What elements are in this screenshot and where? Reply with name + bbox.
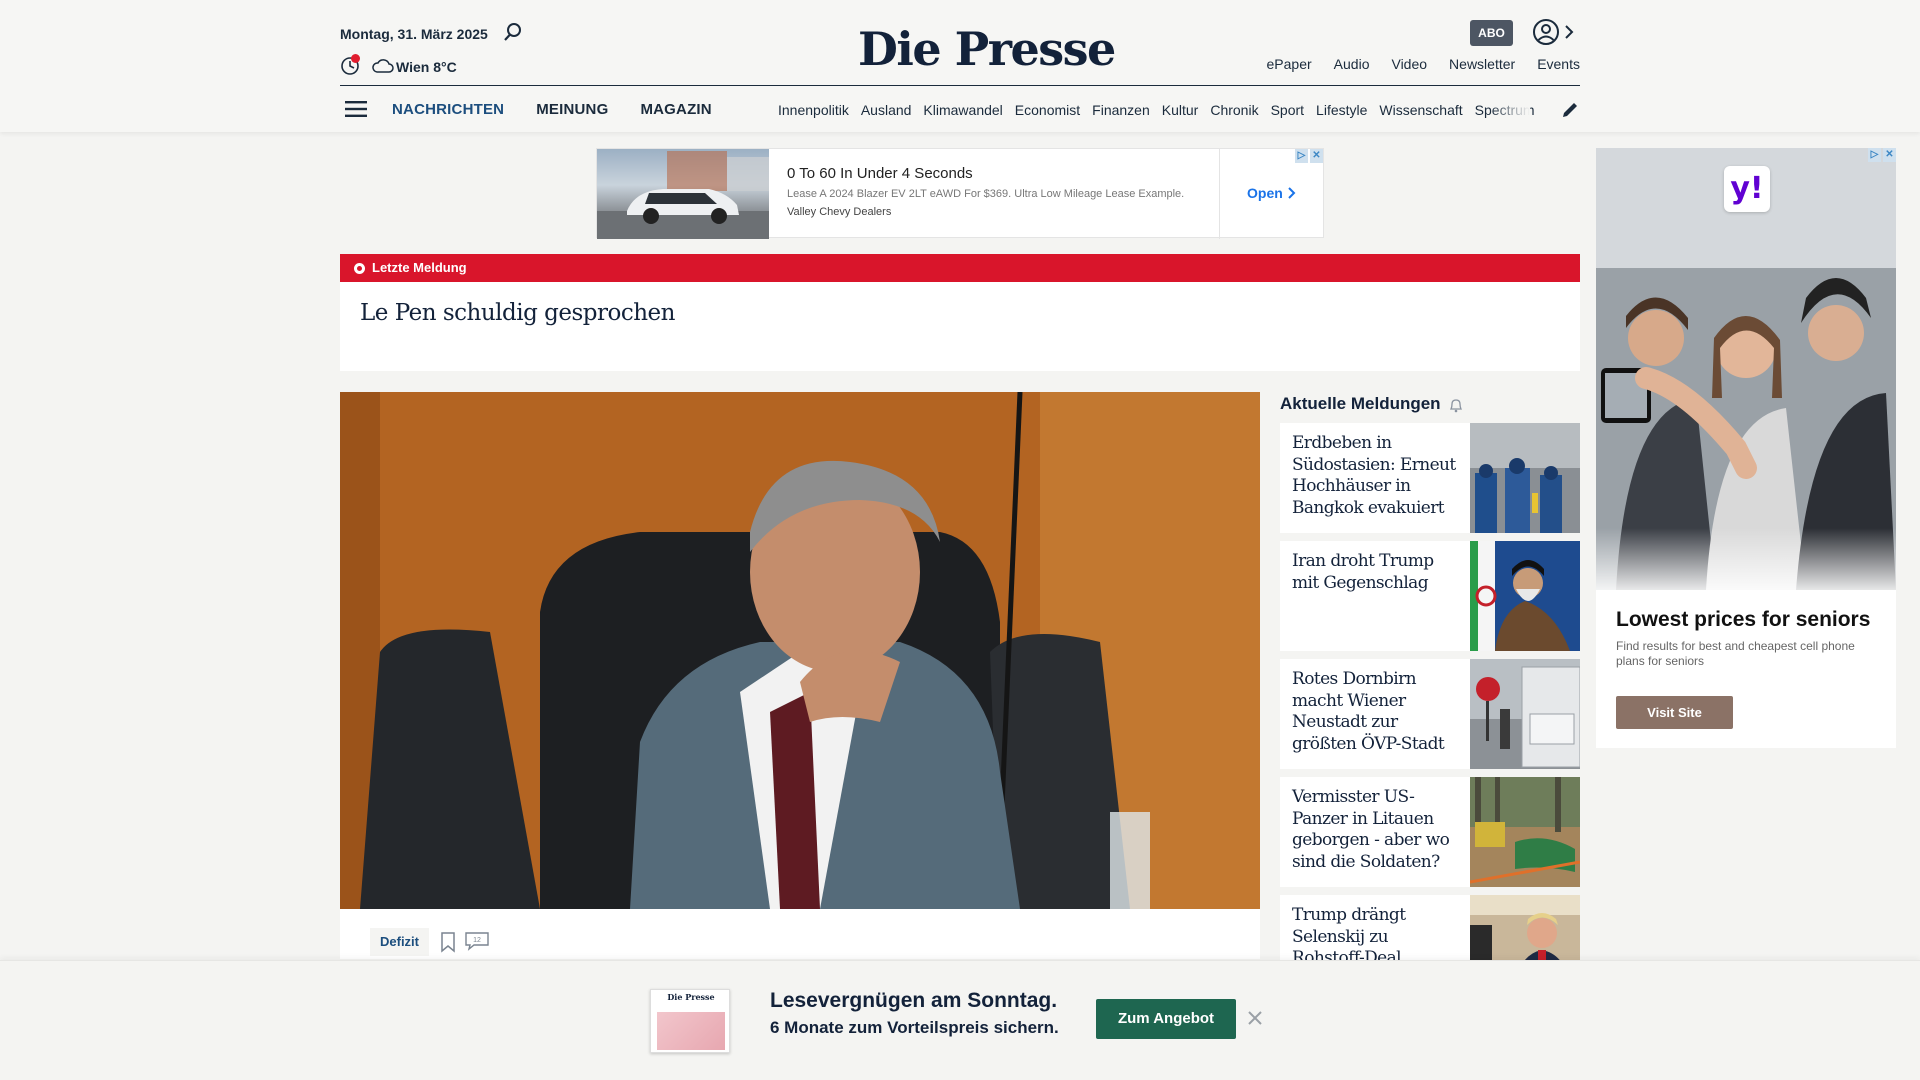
ad-divider bbox=[1219, 149, 1220, 239]
adchoices-icon[interactable]: ▷ ✕ bbox=[1868, 148, 1896, 162]
chevron-right-icon[interactable] bbox=[1562, 22, 1576, 42]
adchoices-icon[interactable]: ▷ ✕ bbox=[1295, 149, 1323, 163]
ad-car-image bbox=[597, 149, 769, 239]
news-thumbnail bbox=[1470, 777, 1580, 887]
banner-headline: Lesevergnügen am Sonntag. bbox=[770, 989, 1058, 1012]
subscription-banner: Die Presse Lesevergnügen am Sonntag. 6 M… bbox=[0, 960, 1920, 1080]
search-icon[interactable] bbox=[503, 22, 523, 42]
link-video[interactable]: Video bbox=[1391, 56, 1427, 72]
nav-magazin[interactable]: MAGAZIN bbox=[640, 101, 711, 118]
oval-office-photo-illustration bbox=[1470, 895, 1580, 960]
subnav-wissenschaft[interactable]: Wissenschaft bbox=[1379, 102, 1462, 118]
news-headline[interactable]: Trump drängt Selenskij zu Rohstoff-Deal bbox=[1292, 905, 1462, 960]
breaking-news-bar: Letzte Meldung bbox=[340, 254, 1580, 282]
banner-subline: 6 Monate zum Vorteilspreis sichern. bbox=[770, 1018, 1059, 1037]
chevron-right-icon bbox=[1287, 187, 1296, 199]
subnav-sport[interactable]: Sport bbox=[1271, 102, 1304, 118]
news-thumbnail bbox=[1470, 541, 1580, 651]
ad-open-label: Open bbox=[1247, 185, 1283, 201]
news-item[interactable]: Erdbeben in Südostasien: Erneut Hochhäus… bbox=[1280, 423, 1580, 533]
crowd-photo-illustration bbox=[1596, 148, 1896, 590]
news-thumbnail bbox=[1470, 423, 1580, 533]
visit-site-button[interactable]: Visit Site bbox=[1616, 696, 1733, 729]
pencil-icon[interactable] bbox=[1560, 100, 1580, 120]
excavation-photo-illustration bbox=[1470, 777, 1580, 887]
subnav-innenpolitik[interactable]: Innenpolitik bbox=[778, 102, 849, 118]
comment-count: 12 bbox=[473, 937, 481, 944]
breaking-headline[interactable]: Le Pen schuldig gesprochen bbox=[360, 300, 675, 326]
bell-icon[interactable] bbox=[1448, 397, 1464, 413]
yahoo-logo: y! bbox=[1724, 166, 1770, 212]
subnav-ausland[interactable]: Ausland bbox=[861, 102, 912, 118]
subnav-lifestyle[interactable]: Lifestyle bbox=[1316, 102, 1367, 118]
news-item[interactable]: Trump drängt Selenskij zu Rohstoff-Deal bbox=[1280, 895, 1580, 960]
offer-button[interactable]: Zum Angebot bbox=[1096, 999, 1236, 1039]
comment-icon[interactable]: 12 bbox=[464, 931, 490, 951]
user-account-icon[interactable] bbox=[1532, 18, 1560, 46]
subnav-fade bbox=[1490, 98, 1530, 122]
hamburger-menu-icon[interactable] bbox=[345, 100, 367, 118]
notification-dot bbox=[351, 54, 360, 63]
car-illustration bbox=[597, 151, 769, 239]
subnav-finanzen[interactable]: Finanzen bbox=[1092, 102, 1150, 118]
subnav-kultur[interactable]: Kultur bbox=[1162, 102, 1199, 118]
latest-news-title: Aktuelle Meldungen bbox=[1280, 394, 1441, 413]
nav-nachrichten[interactable]: NACHRICHTEN bbox=[392, 101, 504, 118]
news-item[interactable]: Vermisster US-Panzer in Litauen geborgen… bbox=[1280, 777, 1580, 887]
ad-title: 0 To 60 In Under 4 Seconds bbox=[787, 165, 973, 182]
weather-label[interactable]: Wien 8°C bbox=[396, 59, 457, 75]
news-headline[interactable]: Vermisster US-Panzer in Litauen geborgen… bbox=[1292, 787, 1462, 873]
abo-button[interactable]: ABO bbox=[1470, 20, 1513, 46]
topic-tag[interactable]: Defizit bbox=[370, 928, 429, 956]
sidebar-ad[interactable]: y! ▷ ✕ Lowest prices for seniors Find res… bbox=[1596, 148, 1896, 748]
sub-nav: Innenpolitik Ausland Klimawandel Economi… bbox=[778, 102, 1538, 118]
nav-meinung[interactable]: MEINUNG bbox=[536, 101, 608, 118]
speaker-photo-illustration bbox=[1470, 541, 1580, 651]
top-links: ePaper Audio Video Newsletter Events bbox=[1267, 56, 1580, 72]
subnav-klimawandel[interactable]: Klimawandel bbox=[923, 102, 1002, 118]
news-item[interactable]: Rotes Dornbirn macht Wiener Neustadt zur… bbox=[1280, 659, 1580, 769]
site-header: Montag, 31. März 2025 Wien 8°C Die Press… bbox=[0, 0, 1920, 132]
current-date: Montag, 31. März 2025 bbox=[340, 26, 488, 42]
main-nav: NACHRICHTEN MEINUNG MAGAZIN bbox=[392, 101, 712, 118]
news-item[interactable]: Iran droht Trump mit Gegenschlag bbox=[1280, 541, 1580, 651]
ad-photo: y! bbox=[1596, 148, 1896, 590]
ad-description: Lease A 2024 Blazer EV 2LT eAWD For $369… bbox=[787, 188, 1185, 200]
site-logo[interactable]: Die Presse bbox=[858, 22, 1116, 76]
header-inner: Montag, 31. März 2025 Wien 8°C Die Press… bbox=[340, 0, 1580, 132]
news-thumbnail bbox=[1470, 659, 1580, 769]
newspaper-thumbnail: Die Presse bbox=[650, 989, 730, 1053]
ad-source: Valley Chevy Dealers bbox=[787, 206, 892, 218]
election-photo-illustration bbox=[1470, 659, 1580, 769]
link-events[interactable]: Events bbox=[1537, 56, 1580, 72]
bookmark-icon[interactable] bbox=[440, 931, 456, 953]
paper-thumb-image bbox=[657, 1012, 725, 1050]
header-divider bbox=[340, 85, 1580, 86]
close-icon[interactable] bbox=[1246, 1009, 1264, 1027]
link-epaper[interactable]: ePaper bbox=[1267, 56, 1312, 72]
news-headline[interactable]: Iran droht Trump mit Gegenschlag bbox=[1292, 551, 1462, 594]
news-headline[interactable]: Erdbeben in Südostasien: Erneut Hochhäus… bbox=[1292, 433, 1462, 519]
ad-right-title: Lowest prices for seniors bbox=[1616, 608, 1871, 631]
news-headline[interactable]: Rotes Dornbirn macht Wiener Neustadt zur… bbox=[1292, 669, 1462, 755]
earthquake-photo-illustration bbox=[1470, 423, 1580, 533]
news-thumbnail bbox=[1470, 895, 1580, 960]
paper-thumb-title: Die Presse bbox=[667, 992, 715, 1002]
link-audio[interactable]: Audio bbox=[1334, 56, 1370, 72]
live-dot-icon bbox=[354, 263, 365, 274]
hero-image[interactable] bbox=[340, 392, 1260, 909]
hero-card: Defizit 12 bbox=[340, 909, 1260, 959]
subnav-chronik[interactable]: Chronik bbox=[1210, 102, 1258, 118]
breaking-label: Letzte Meldung bbox=[372, 260, 467, 275]
top-ad-banner[interactable]: 0 To 60 In Under 4 Seconds Lease A 2024 … bbox=[596, 148, 1324, 239]
subnav-economist[interactable]: Economist bbox=[1015, 102, 1080, 118]
breaking-news-box[interactable]: Le Pen schuldig gesprochen bbox=[340, 282, 1580, 371]
ad-right-description: Find results for best and cheapest cell … bbox=[1616, 639, 1855, 668]
cloud-icon bbox=[372, 59, 394, 73]
ad-photo-fade bbox=[1596, 528, 1896, 590]
link-newsletter[interactable]: Newsletter bbox=[1449, 56, 1515, 72]
ad-open-button[interactable]: Open bbox=[1247, 185, 1297, 201]
hero-photo-illustration bbox=[340, 392, 1260, 909]
